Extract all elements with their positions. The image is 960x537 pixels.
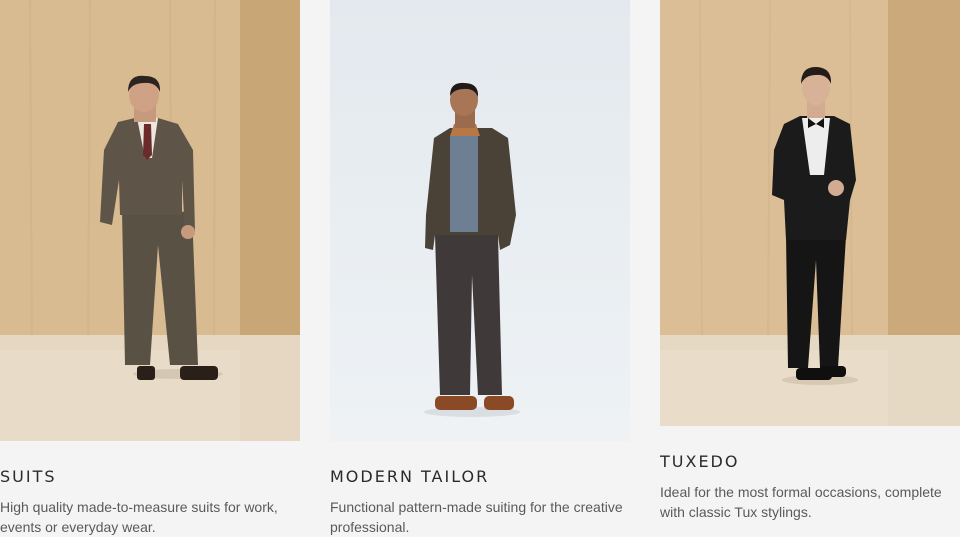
tuxedo-title[interactable]: TUXEDO [660,452,739,471]
tuxedo-photo[interactable] [660,0,960,426]
modern-tailor-photo[interactable] [330,0,630,441]
suits-title[interactable]: SUITS [0,467,57,486]
tuxedo-description: Ideal for the most formal occasions, com… [660,484,942,520]
modern-tailor-title[interactable]: MODERN TAILOR [330,467,489,486]
modern-tailor-description: Functional pattern-made suiting for the … [330,499,623,535]
suits-description: High quality made-to-measure suits for w… [0,499,278,535]
suits-photo[interactable] [0,0,300,441]
